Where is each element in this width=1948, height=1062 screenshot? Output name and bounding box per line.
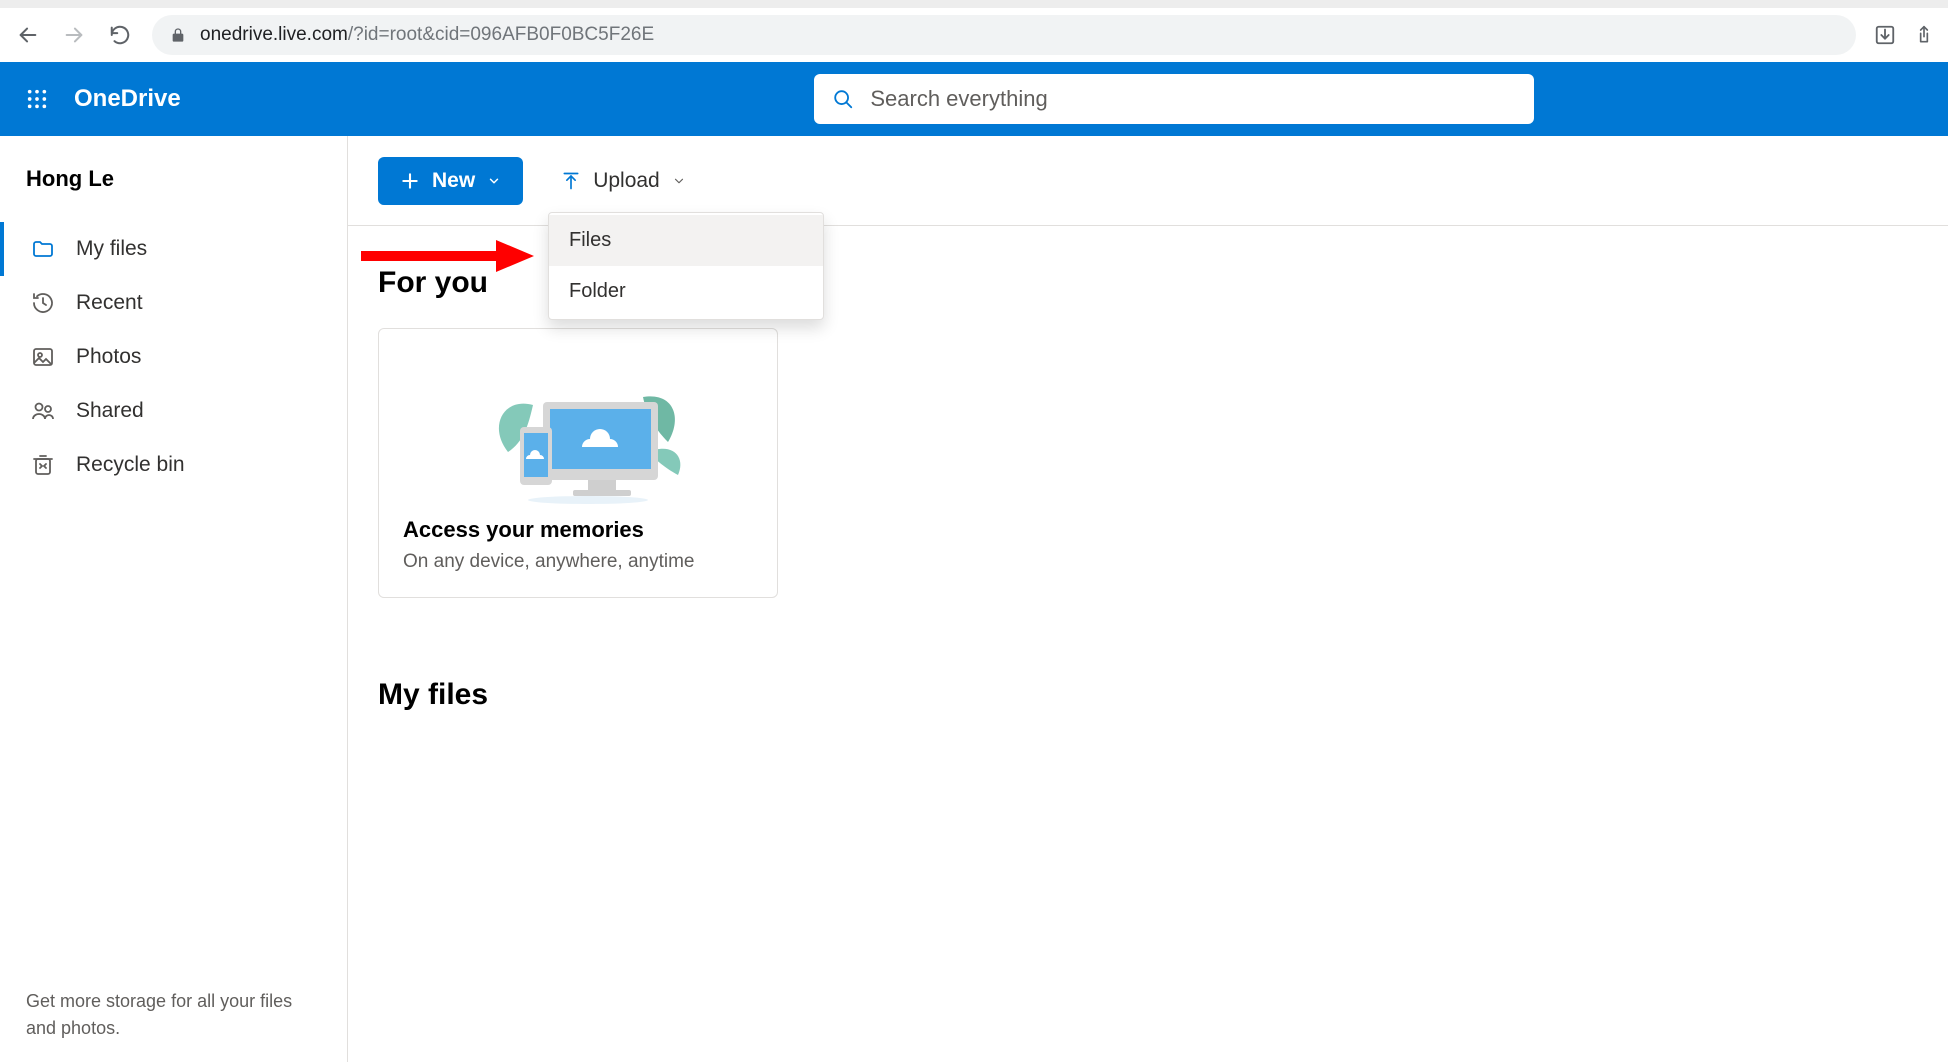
- folder-icon: [30, 236, 56, 262]
- search-box[interactable]: [814, 74, 1534, 124]
- storage-upsell-text: Get more storage for all your files and …: [0, 988, 347, 1062]
- menu-item-label: Folder: [569, 280, 626, 302]
- address-bar[interactable]: onedrive.live.com/?id=root&cid=096AFB0F0…: [152, 15, 1856, 55]
- app-name[interactable]: OneDrive: [74, 85, 181, 113]
- sidebar: Hong Le My files Recent Photos: [0, 136, 348, 1062]
- url-text: onedrive.live.com/?id=root&cid=096AFB0F0…: [200, 24, 654, 46]
- forward-button[interactable]: [60, 21, 88, 49]
- app-header: OneDrive: [0, 62, 1948, 136]
- recycle-icon: [30, 452, 56, 478]
- upload-dropdown-menu: Files Folder: [548, 212, 824, 320]
- sidebar-item-recent[interactable]: Recent: [0, 276, 347, 330]
- recent-icon: [30, 290, 56, 316]
- back-button[interactable]: [14, 21, 42, 49]
- photos-icon: [30, 344, 56, 370]
- search-icon: [832, 88, 854, 110]
- upload-menu-item-folder[interactable]: Folder: [549, 266, 823, 317]
- my-files-heading: My files: [378, 678, 1918, 712]
- lock-icon: [170, 27, 186, 43]
- new-button-label: New: [432, 169, 475, 193]
- app-launcher-button[interactable]: [0, 88, 74, 110]
- browser-toolbar: onedrive.live.com/?id=root&cid=096AFB0F0…: [0, 0, 1948, 62]
- sidebar-item-my-files[interactable]: My files: [0, 222, 347, 276]
- sidebar-item-label: Recent: [76, 291, 143, 315]
- for-you-card[interactable]: Access your memories On any device, anyw…: [378, 328, 778, 598]
- install-app-icon[interactable]: [1874, 24, 1896, 46]
- card-subtitle: On any device, anywhere, anytime: [403, 551, 753, 573]
- card-illustration: [403, 347, 753, 517]
- main-content: New Upload Files Folder: [348, 136, 1948, 1062]
- sidebar-item-recycle-bin[interactable]: Recycle bin: [0, 438, 347, 492]
- sidebar-item-label: Recycle bin: [76, 453, 185, 477]
- shared-icon: [30, 398, 56, 424]
- sidebar-item-label: Photos: [76, 345, 141, 369]
- upload-button-label: Upload: [593, 169, 660, 193]
- search-input[interactable]: [870, 86, 1516, 112]
- upload-menu-item-files[interactable]: Files: [549, 215, 823, 266]
- menu-item-label: Files: [569, 229, 611, 251]
- card-title: Access your memories: [403, 517, 753, 543]
- chevron-down-icon: [672, 174, 686, 188]
- new-button[interactable]: New: [378, 157, 523, 205]
- upload-button[interactable]: Upload: [551, 161, 696, 201]
- share-icon[interactable]: [1914, 24, 1934, 46]
- chevron-down-icon: [487, 174, 501, 188]
- upload-icon: [561, 170, 581, 192]
- user-name: Hong Le: [0, 166, 347, 222]
- sidebar-item-label: My files: [76, 237, 147, 261]
- sidebar-item-photos[interactable]: Photos: [0, 330, 347, 384]
- reload-button[interactable]: [106, 21, 134, 49]
- sidebar-item-label: Shared: [76, 399, 144, 423]
- sidebar-item-shared[interactable]: Shared: [0, 384, 347, 438]
